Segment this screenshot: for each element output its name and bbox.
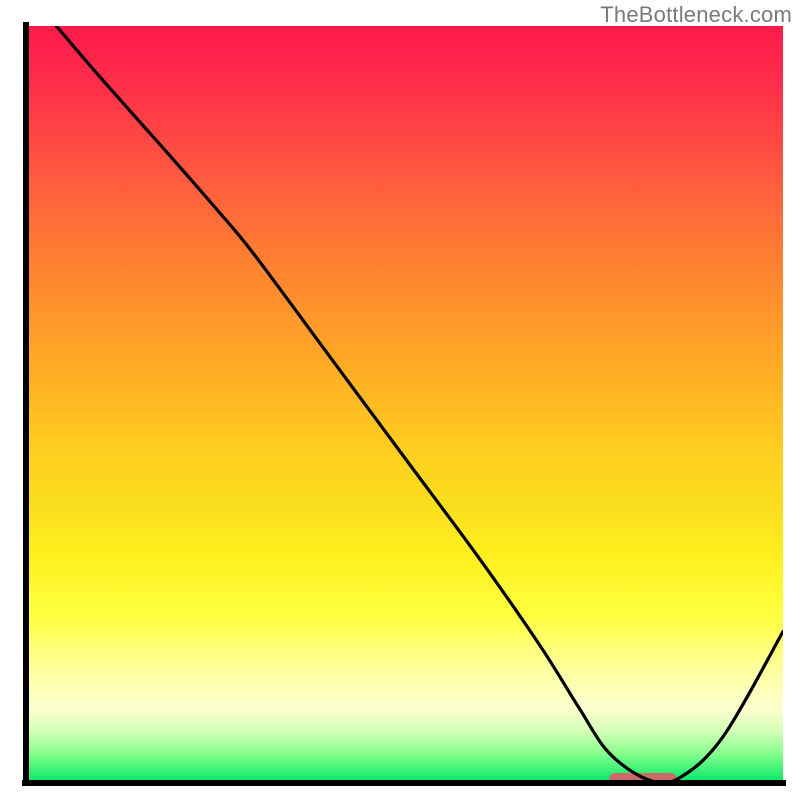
attribution-text: TheBottleneck.com <box>600 2 792 28</box>
gradient-background <box>26 26 783 783</box>
chart-container: TheBottleneck.com <box>0 0 800 800</box>
optimum-marker <box>609 773 677 786</box>
